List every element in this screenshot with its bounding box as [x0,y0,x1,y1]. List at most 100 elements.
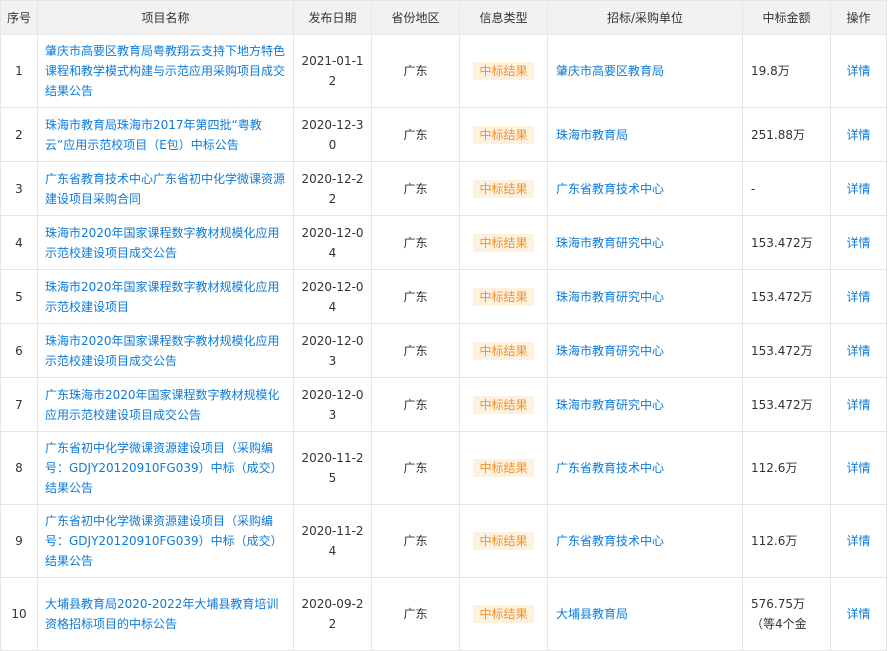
bid-amount: - [742,161,831,216]
header-no: 序号 [0,0,38,35]
info-type-badge: 中标结果 [473,341,534,360]
bid-amount: 112.6万 [742,431,831,505]
row-number: 6 [0,323,38,378]
info-type-badge: 中标结果 [473,287,534,306]
table-row: 4 珠海市2020年国家课程数字教材规模化应用示范校建设项目成交公告 2020-… [0,215,887,270]
region: 广东 [371,504,460,578]
info-type-badge: 中标结果 [473,459,534,477]
region: 广东 [371,377,460,432]
publish-date: 2021-01-12 [293,34,372,108]
row-number: 2 [0,107,38,162]
header-date: 发布日期 [293,0,372,35]
publish-date: 2020-12-03 [293,377,372,432]
header-type: 信息类型 [459,0,548,35]
row-number: 1 [0,34,38,108]
bid-amount: 153.472万 [742,377,831,432]
bid-amount: 112.6万 [742,504,831,578]
details-link[interactable]: 详情 [846,236,870,250]
details-link[interactable]: 详情 [846,344,870,358]
info-type-badge: 中标结果 [473,233,534,252]
publish-date: 2020-12-04 [293,215,372,270]
table-row: 1 肇庆市高要区教育局粤教翔云支持下地方特色课程和教学模式构建与示范应用采购项目… [0,34,887,108]
region: 广东 [371,577,460,651]
project-title-link[interactable]: 广东省初中化学微课资源建设项目（采购编号：GDJY20120910FG039）中… [45,514,283,568]
purchaser-link[interactable]: 大埔县教育局 [556,607,628,621]
info-type-badge: 中标结果 [473,532,534,550]
publish-date: 2020-12-30 [293,107,372,162]
purchaser-link[interactable]: 广东省教育技术中心 [556,534,664,548]
purchaser-link[interactable]: 肇庆市高要区教育局 [556,64,664,78]
table-row: 7 广东珠海市2020年国家课程数字教材规模化应用示范校建设项目成交公告 202… [0,377,887,432]
header-row: 序号 项目名称 发布日期 省份地区 信息类型 招标/采购单位 中标金额 操作 [0,0,887,35]
header-op: 操作 [830,0,887,35]
header-org: 招标/采购单位 [547,0,743,35]
details-link[interactable]: 详情 [846,461,870,475]
details-link[interactable]: 详情 [846,607,870,621]
table-row: 10 大埔县教育局2020-2022年大埔县教育培训资格招标项目的中标公告 20… [0,577,887,651]
publish-date: 2020-11-25 [293,431,372,505]
table-row: 6 珠海市2020年国家课程数字教材规模化应用示范校建设项目成交公告 2020-… [0,323,887,378]
purchaser-link[interactable]: 广东省教育技术中心 [556,182,664,196]
header-region: 省份地区 [371,0,460,35]
details-link[interactable]: 详情 [846,398,870,412]
bid-amount: 153.472万 [742,269,831,324]
project-title-link[interactable]: 大埔县教育局2020-2022年大埔县教育培训资格招标项目的中标公告 [45,597,278,631]
info-type-badge: 中标结果 [473,62,534,80]
region: 广东 [371,323,460,378]
table-row: 2 珠海市教育局珠海市2017年第四批“粤教云”应用示范校项目（E包）中标公告 … [0,107,887,162]
region: 广东 [371,215,460,270]
project-title-link[interactable]: 广东省初中化学微课资源建设项目（采购编号：GDJY20120910FG039）中… [45,441,283,495]
details-link[interactable]: 详情 [846,534,870,548]
region: 广东 [371,34,460,108]
info-type-badge: 中标结果 [473,605,534,623]
purchaser-link[interactable]: 珠海市教育局 [556,128,628,142]
region: 广东 [371,431,460,505]
bid-amount: 153.472万 [742,215,831,270]
project-title-link[interactable]: 广东珠海市2020年国家课程数字教材规模化应用示范校建设项目成交公告 [45,388,280,422]
publish-date: 2020-11-24 [293,504,372,578]
table-row: 3 广东省教育技术中心广东省初中化学微课资源建设项目采购合同 2020-12-2… [0,161,887,216]
row-number: 8 [0,431,38,505]
details-link[interactable]: 详情 [846,290,870,304]
details-link[interactable]: 详情 [846,128,870,142]
details-link[interactable]: 详情 [846,64,870,78]
project-title-link[interactable]: 珠海市教育局珠海市2017年第四批“粤教云”应用示范校项目（E包）中标公告 [45,118,262,152]
purchaser-link[interactable]: 广东省教育技术中心 [556,461,664,475]
publish-date: 2020-12-22 [293,161,372,216]
row-number: 4 [0,215,38,270]
region: 广东 [371,161,460,216]
purchaser-link[interactable]: 珠海市教育研究中心 [556,344,664,358]
header-amount: 中标金额 [742,0,831,35]
purchaser-link[interactable]: 珠海市教育研究中心 [556,290,664,304]
row-number: 7 [0,377,38,432]
bid-amount: 153.472万 [742,323,831,378]
region: 广东 [371,269,460,324]
table-row: 8 广东省初中化学微课资源建设项目（采购编号：GDJY20120910FG039… [0,431,887,505]
project-title-link[interactable]: 珠海市2020年国家课程数字教材规模化应用示范校建设项目成交公告 [45,334,280,368]
table-row: 5 珠海市2020年国家课程数字教材规模化应用示范校建设项目 2020-12-0… [0,269,887,324]
header-title: 项目名称 [37,0,294,35]
bid-amount: 251.88万 [742,107,831,162]
bid-amount: 576.75万（等4个金 [742,577,831,651]
purchaser-link[interactable]: 珠海市教育研究中心 [556,236,664,250]
bid-amount: 19.8万 [742,34,831,108]
publish-date: 2020-09-22 [293,577,372,651]
results-table: 序号 项目名称 发布日期 省份地区 信息类型 招标/采购单位 中标金额 操作 1… [0,0,887,651]
row-number: 5 [0,269,38,324]
purchaser-link[interactable]: 珠海市教育研究中心 [556,398,664,412]
publish-date: 2020-12-03 [293,323,372,378]
info-type-badge: 中标结果 [473,395,534,414]
table-row: 9 广东省初中化学微课资源建设项目（采购编号：GDJY20120910FG039… [0,504,887,578]
project-title-link[interactable]: 珠海市2020年国家课程数字教材规模化应用示范校建设项目 [45,280,280,314]
project-title-link[interactable]: 珠海市2020年国家课程数字教材规模化应用示范校建设项目成交公告 [45,226,280,260]
project-title-link[interactable]: 广东省教育技术中心广东省初中化学微课资源建设项目采购合同 [45,172,285,206]
project-title-link[interactable]: 肇庆市高要区教育局粤教翔云支持下地方特色课程和教学模式构建与示范应用采购项目成交… [45,44,285,98]
details-link[interactable]: 详情 [846,182,870,196]
info-type-badge: 中标结果 [473,125,534,144]
publish-date: 2020-12-04 [293,269,372,324]
row-number: 3 [0,161,38,216]
region: 广东 [371,107,460,162]
info-type-badge: 中标结果 [473,179,534,198]
row-number: 10 [0,577,38,651]
row-number: 9 [0,504,38,578]
